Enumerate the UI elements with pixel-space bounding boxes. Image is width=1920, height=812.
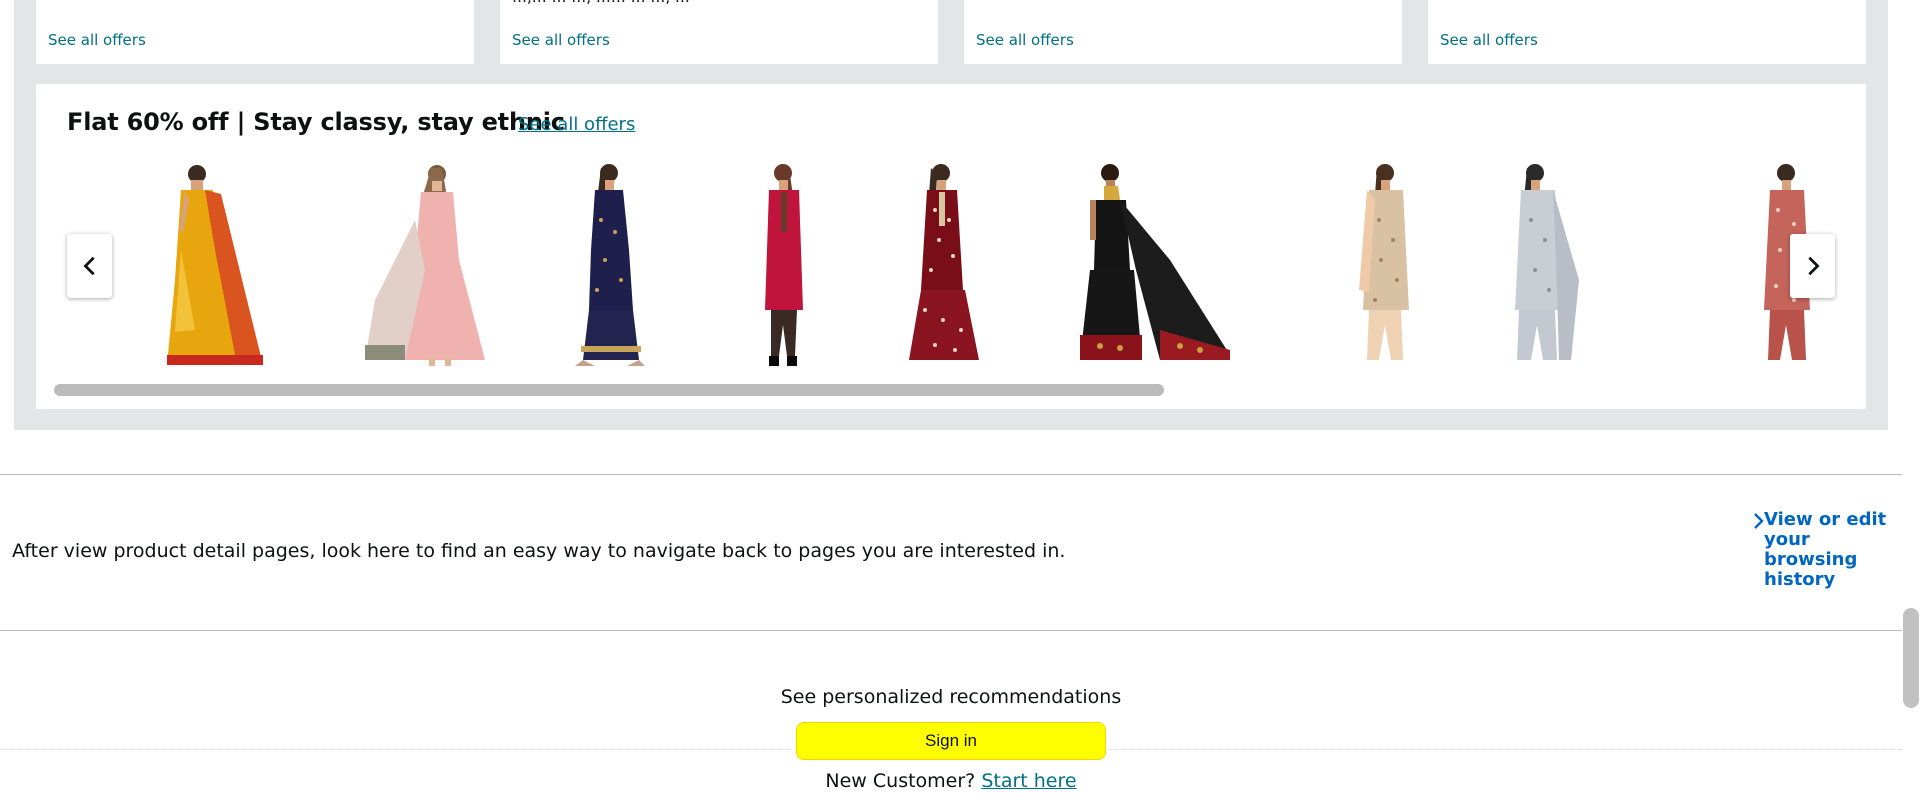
sign-in-button[interactable]: Sign in xyxy=(796,722,1106,760)
product-pink-anarkali[interactable] xyxy=(350,156,500,370)
product-image xyxy=(365,165,485,366)
divider xyxy=(0,630,1902,631)
see-all-offers-link[interactable]: See all offers xyxy=(512,31,610,49)
chevron-right-icon xyxy=(1752,510,1764,590)
chevron-left-icon xyxy=(82,256,95,276)
product-carousel xyxy=(60,156,1840,370)
see-all-offers-link[interactable]: See all offers xyxy=(48,31,146,49)
personalized-recommendations-title: See personalized recommendations xyxy=(780,686,1122,708)
product-navy-kurta-set[interactable] xyxy=(560,156,670,370)
ethnic-offers-card: Flat 60% off | Stay classy, stay ethnic … xyxy=(36,84,1866,409)
chevron-right-icon xyxy=(1807,256,1820,276)
page-scrollbar-thumb[interactable] xyxy=(1903,608,1919,708)
browsing-history-link-label[interactable]: View or edit your browsing history xyxy=(1764,510,1892,590)
new-customer-label: New Customer? xyxy=(825,770,982,792)
carousel-scrollbar[interactable] xyxy=(54,384,1844,396)
product-yellow-saree[interactable] xyxy=(130,156,290,370)
see-all-offers-link[interactable]: See all offers xyxy=(1440,31,1538,49)
product-image xyxy=(167,165,263,365)
start-here-link[interactable]: Start here xyxy=(981,770,1076,792)
browsing-history-message: After view product detail pages, look he… xyxy=(12,540,1066,562)
product-red-kurta[interactable] xyxy=(740,156,830,370)
product-black-red-saree[interactable] xyxy=(1070,156,1240,370)
divider xyxy=(0,474,1902,475)
browsing-history-link[interactable]: View or edit your browsing history xyxy=(1752,510,1892,590)
see-all-offers-link[interactable]: See all offers xyxy=(976,31,1074,49)
product-image xyxy=(1359,164,1409,360)
card-caption: …,… … …, …… … …, … xyxy=(512,0,690,6)
see-all-offers-link[interactable]: See all offers xyxy=(518,114,635,135)
carousel-title: Flat 60% off | Stay classy, stay ethnic xyxy=(67,108,565,136)
product-image xyxy=(1080,164,1230,360)
product-image xyxy=(575,164,645,366)
product-peach-kurta-set[interactable] xyxy=(1340,156,1430,370)
deal-card-4: See all offers xyxy=(1428,0,1866,64)
product-image xyxy=(909,164,979,360)
product-image xyxy=(765,164,803,366)
carousel-scrollbar-thumb[interactable] xyxy=(54,384,1164,396)
carousel-next-button[interactable] xyxy=(1790,234,1835,298)
deal-card-2: …,… … …, …… … …, … See all offers xyxy=(500,0,938,64)
deal-card-3: See all offers xyxy=(964,0,1402,64)
deal-card-1: See all offers xyxy=(36,0,474,64)
product-image xyxy=(1515,164,1579,360)
product-maroon-printed-set[interactable] xyxy=(890,156,1000,370)
product-grey-kurta-set[interactable] xyxy=(1490,156,1600,370)
new-customer-line: New Customer? Start here xyxy=(0,770,1902,792)
carousel-prev-button[interactable] xyxy=(67,234,112,298)
